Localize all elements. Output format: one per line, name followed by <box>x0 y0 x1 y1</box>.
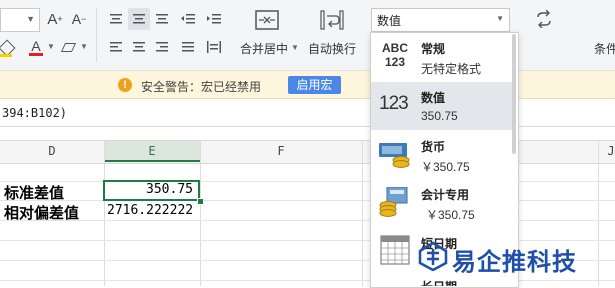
clear-format-button[interactable] <box>60 38 76 56</box>
grid-line <box>200 140 201 286</box>
justify-button[interactable] <box>178 37 198 57</box>
distributed-align-button[interactable] <box>204 37 224 57</box>
align-left-icon <box>110 42 122 52</box>
ribbon-separator <box>96 8 97 62</box>
format-convert-button[interactable] <box>532 8 556 30</box>
fill-color-button[interactable] <box>0 38 16 58</box>
chevron-down-icon: ▼ <box>26 14 35 24</box>
accounting-icon <box>379 187 408 217</box>
grid-line <box>104 140 105 286</box>
merge-cells-icon <box>255 10 279 30</box>
number-123-icon: 123 <box>379 93 409 114</box>
column-header-d[interactable]: D <box>0 140 104 162</box>
font-size-dropdown[interactable]: ▼ <box>0 8 40 32</box>
format-option-title: 货币 <box>421 140 446 154</box>
grid-line <box>0 240 615 241</box>
format-option-accounting[interactable]: 会计专用 ￥350.75 <box>371 179 516 227</box>
general-abc123-icon: ABC 123 <box>382 41 408 69</box>
increase-indent-button[interactable] <box>204 9 224 29</box>
chevron-down-icon[interactable]: ▼ <box>80 42 88 51</box>
security-warning-text: 安全警告：宏已经禁用 <box>141 80 262 94</box>
convert-arrows-icon <box>537 10 551 28</box>
watermark-logo-icon <box>418 241 448 271</box>
grid-line <box>0 181 615 182</box>
column-header-f[interactable]: F <box>200 140 362 162</box>
wrap-text-label: 自动换行 <box>308 42 357 56</box>
merge-center-label: 合并居中 <box>240 42 289 56</box>
cell-label[interactable]: 标准差值 <box>4 182 64 203</box>
distributed-align-icon <box>207 41 221 53</box>
format-option-title: 会计专用 <box>421 188 470 202</box>
formula-bar[interactable] <box>0 99 615 127</box>
wrap-text-button[interactable]: 自动换行 <box>305 6 359 64</box>
indent-icon <box>207 14 221 24</box>
format-option-title: 常规 <box>421 42 446 56</box>
decrease-font-size-button[interactable]: A − <box>69 8 89 30</box>
outdent-icon <box>181 14 195 24</box>
eraser-icon <box>60 42 76 52</box>
chevron-down-icon: ▼ <box>291 43 299 52</box>
format-option-example: 350.75 <box>421 109 458 123</box>
number-format-value: 数值 <box>377 14 402 28</box>
conditional-format-label[interactable]: 条件 <box>594 40 615 57</box>
align-left-button[interactable] <box>106 37 126 57</box>
number-format-dropdown[interactable]: 数值 ▼ <box>371 8 510 32</box>
enable-macro-button[interactable]: 启用宏 <box>288 76 341 94</box>
align-top-button[interactable] <box>106 9 126 29</box>
align-right-button[interactable] <box>152 37 172 57</box>
currency-coins-icon <box>379 143 410 168</box>
format-option-example: ￥350.75 <box>426 208 475 222</box>
selected-cell-border <box>103 180 200 201</box>
align-center-button[interactable] <box>129 37 149 57</box>
align-right-icon <box>156 42 168 52</box>
font-color-a-icon: A <box>31 38 41 54</box>
grid-line <box>598 140 599 286</box>
align-middle-button[interactable] <box>128 8 150 30</box>
cell-label[interactable]: 相对偏差值 <box>4 202 79 223</box>
column-header-e[interactable]: E <box>104 140 200 162</box>
format-option-title: 数值 <box>421 91 446 105</box>
align-top-icon <box>110 14 122 24</box>
format-option-example: 无特定格式 <box>421 62 482 76</box>
align-center-icon <box>133 42 145 52</box>
watermark-text: 易企推科技 <box>452 249 577 276</box>
chevron-down-icon[interactable]: ▼ <box>47 42 55 51</box>
calendar-icon <box>380 235 410 265</box>
grid-line <box>362 140 363 286</box>
format-option-long-date[interactable]: 长日期 <box>371 276 516 286</box>
ribbon-toolbar: ▼ A + A − A ▼ ▼ 合并居中 ▼ 自动换行 数值 ▼ 条件 <box>0 0 615 71</box>
fill-handle[interactable] <box>197 198 204 205</box>
grid-line <box>0 220 615 221</box>
decrease-indent-button[interactable] <box>178 9 198 29</box>
wrap-text-icon <box>320 10 344 30</box>
grid-line <box>0 280 615 281</box>
merge-center-button[interactable]: 合并居中 ▼ <box>236 6 299 64</box>
font-color-swatch <box>29 53 43 56</box>
format-option-title: 长日期 <box>421 278 457 286</box>
font-color-button[interactable]: A <box>28 36 44 56</box>
justify-icon <box>182 42 194 52</box>
fill-color-swatch <box>0 54 12 57</box>
chevron-down-icon: ▼ <box>496 14 504 23</box>
formula-text[interactable]: 394:B102) <box>2 106 67 120</box>
warning-icon: ! <box>118 78 132 92</box>
format-option-example: ￥350.75 <box>421 160 470 174</box>
menu-scrollbar[interactable] <box>512 34 516 154</box>
cell-value[interactable]: 2716.222222 <box>107 203 193 218</box>
format-option-general[interactable]: ABC 123 常规 无特定格式 <box>371 33 516 81</box>
align-bottom-button[interactable] <box>152 9 172 29</box>
increase-font-size-button[interactable]: A + <box>45 8 65 30</box>
format-option-currency[interactable]: 货币 ￥350.75 <box>371 131 516 179</box>
align-middle-icon <box>133 14 145 24</box>
format-option-number[interactable]: 123 数值 350.75 <box>371 82 516 130</box>
align-bottom-icon <box>156 14 168 24</box>
grid-line <box>0 200 615 201</box>
